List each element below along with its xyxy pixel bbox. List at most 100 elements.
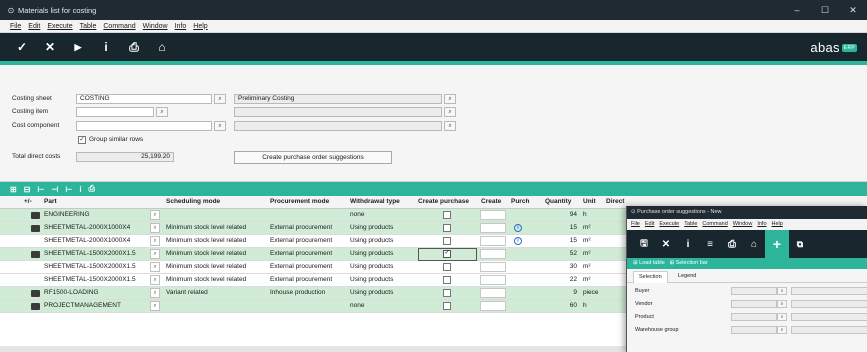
folder-icon[interactable] [31,290,40,297]
vendor-search-icon[interactable]: ⌕ [777,300,787,308]
menu-info[interactable]: Info [175,23,187,30]
po-menu-help[interactable]: Help [772,219,783,230]
create-field[interactable] [480,275,506,285]
folder-icon[interactable] [31,225,40,232]
po-save-icon[interactable]: 🖫 [633,236,655,252]
part-search-icon[interactable]: ⌕ [150,262,160,272]
po-menu-info[interactable]: Info [757,219,766,230]
col-direct[interactable]: Direct [606,198,624,205]
play-icon[interactable]: ▶ [64,36,92,58]
po-new-icon[interactable]: + [765,230,789,258]
costing-sheet-search-icon[interactable]: ⌕ [214,94,226,104]
home-icon[interactable]: ⌂ [148,36,176,58]
col-quantity[interactable]: Quantity [545,198,571,205]
po-list-icon[interactable]: ≡ [699,239,721,250]
tab-selection[interactable]: Selection [633,271,668,283]
create-field[interactable] [480,262,506,272]
po-copy-icon[interactable]: ⧉ [789,239,811,250]
col-unit[interactable]: Unit [583,198,596,205]
create-field[interactable] [480,288,506,298]
cost-component-search-icon[interactable]: ⌕ [214,121,226,131]
minimize-button[interactable]: – [783,0,811,20]
buyer-field[interactable] [731,287,777,295]
menu-command[interactable]: Command [103,23,135,30]
expand-all-icon[interactable]: ⊢ [65,185,72,194]
create-purchase-checkbox[interactable] [443,237,451,245]
table-info-icon[interactable]: i [79,185,81,194]
buyer-search-icon[interactable]: ⌕ [777,287,787,295]
part-search-icon[interactable]: ⌕ [150,210,160,220]
close-window-button[interactable]: ✕ [839,0,867,20]
vendor-field[interactable] [731,300,777,308]
cost-component-desc-search-icon[interactable]: ⌕ [444,121,456,131]
create-purchase-checkbox[interactable]: ✓ [443,250,451,258]
costing-sheet-desc-search-icon[interactable]: ⌕ [444,94,456,104]
col-expand[interactable]: +/- [24,198,32,205]
maximize-button[interactable]: ☐ [811,0,839,20]
folder-icon[interactable] [31,212,40,219]
col-part[interactable]: Part [44,198,57,205]
col-create-purchase[interactable]: Create purchase [418,198,469,205]
info-icon[interactable]: i [92,36,120,58]
create-field[interactable] [480,223,506,233]
warehouse-group-field[interactable] [731,326,777,334]
table-columns-icon[interactable]: ⊟ [24,185,31,194]
create-field[interactable] [480,210,506,220]
po-info-icon[interactable]: i [677,239,699,250]
create-purchase-checkbox[interactable] [443,263,451,271]
tab-legend[interactable]: Legend [673,271,701,283]
col-withdrawal-type[interactable]: Withdrawal type [350,198,400,205]
folder-icon[interactable] [31,303,40,310]
folder-icon[interactable] [31,251,40,258]
close-icon[interactable]: ✕ [36,36,64,58]
purch-info-icon[interactable]: i [514,237,522,245]
group-similar-checkbox[interactable]: ✓ [78,136,86,144]
col-create[interactable]: Create [481,198,501,205]
create-field[interactable] [480,236,506,246]
warehouse-group-search-icon[interactable]: ⌕ [777,326,787,334]
product-field[interactable] [731,313,777,321]
po-menu-execute[interactable]: Execute [659,219,679,230]
load-table-button[interactable]: Load table [639,260,665,266]
print-icon[interactable]: ⎙ [120,36,148,58]
part-search-icon[interactable]: ⌕ [150,249,160,259]
col-scheduling-mode[interactable]: Scheduling mode [166,198,220,205]
create-purchase-checkbox[interactable] [443,224,451,232]
po-close-icon[interactable]: ✕ [655,239,677,250]
create-purchase-checkbox[interactable] [443,289,451,297]
cost-component-field[interactable] [76,121,212,131]
col-purch[interactable]: Purch [511,198,529,205]
menu-help[interactable]: Help [193,23,207,30]
expand-icon[interactable]: ⊢ [37,185,44,194]
part-search-icon[interactable]: ⌕ [150,275,160,285]
table-view-icon[interactable]: ⊞ [10,185,17,194]
menu-edit[interactable]: Edit [28,23,40,30]
costing-item-desc-search-icon[interactable]: ⌕ [444,107,456,117]
po-menu-command[interactable]: Command [702,219,727,230]
po-menu-file[interactable]: File [631,219,640,230]
po-print-icon[interactable]: ⎙ [721,239,743,250]
menu-window[interactable]: Window [143,23,168,30]
menu-execute[interactable]: Execute [47,23,72,30]
part-search-icon[interactable]: ⌕ [150,301,160,311]
costing-item-search-icon[interactable]: ⌕ [156,107,168,117]
create-purchase-checkbox[interactable] [443,302,451,310]
create-field[interactable] [480,249,506,259]
po-home-icon[interactable]: ⌂ [743,239,765,250]
check-icon[interactable]: ✓ [8,36,36,58]
selection-bar-button[interactable]: Selection bar [676,260,708,266]
part-search-icon[interactable]: ⌕ [150,223,160,233]
table-print-icon[interactable]: ⎙ [89,184,95,194]
collapse-icon[interactable]: ⊣ [51,185,58,194]
menu-file[interactable]: File [10,23,21,30]
costing-sheet-field[interactable]: COSTING [76,94,212,104]
part-search-icon[interactable]: ⌕ [150,236,160,246]
po-menu-edit[interactable]: Edit [645,219,654,230]
po-menu-table[interactable]: Table [684,219,697,230]
product-search-icon[interactable]: ⌕ [777,313,787,321]
create-po-suggestions-button[interactable]: Create purchase order suggestions [234,151,392,164]
create-purchase-checkbox[interactable] [443,211,451,219]
po-menu-window[interactable]: Window [733,219,753,230]
purch-info-icon[interactable]: i [514,224,522,232]
part-search-icon[interactable]: ⌕ [150,288,160,298]
